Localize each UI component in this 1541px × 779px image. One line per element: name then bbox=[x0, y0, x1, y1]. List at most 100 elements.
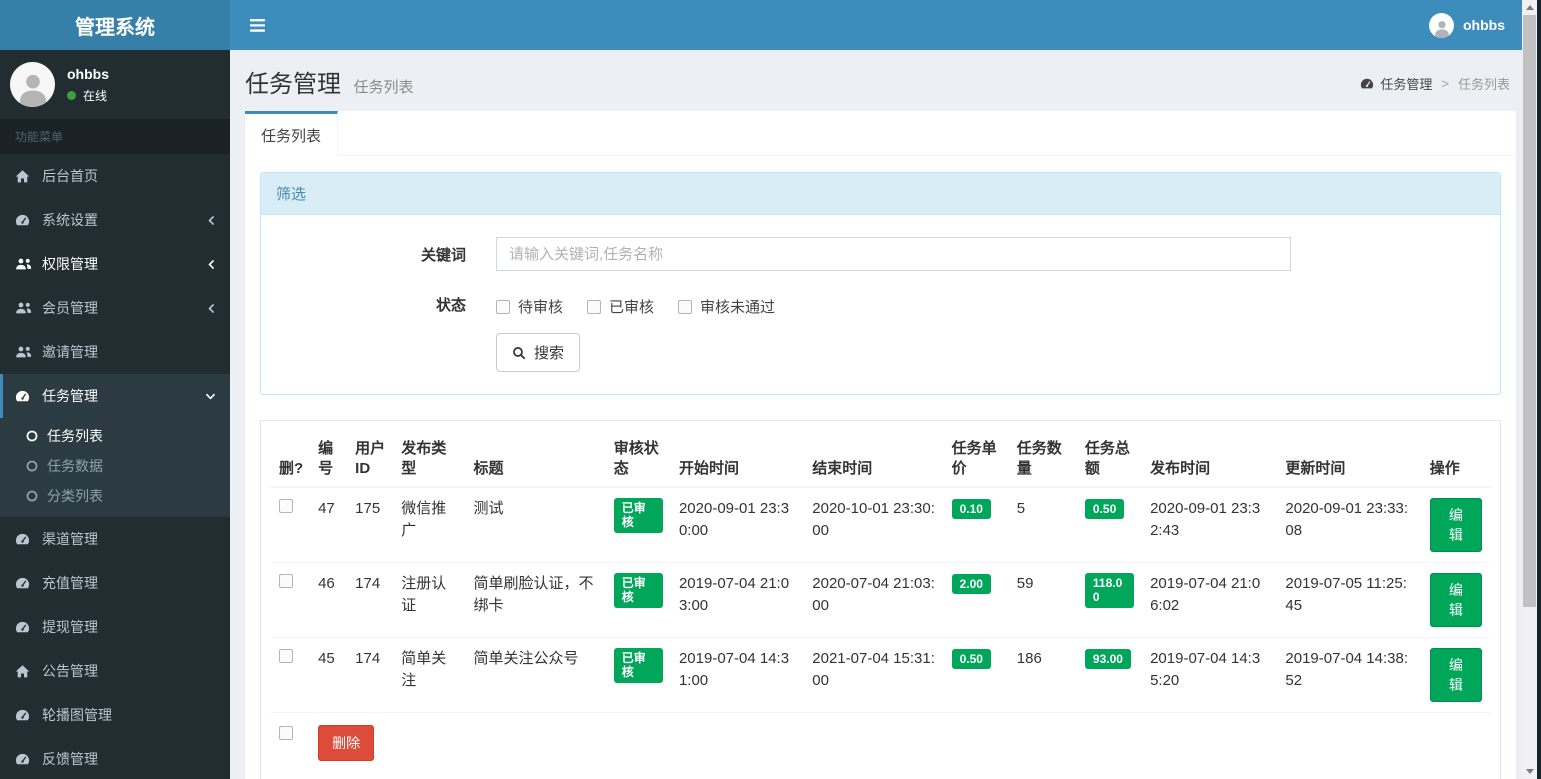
sidebar-item-label: 权限管理 bbox=[42, 256, 98, 272]
breadcrumb-root[interactable]: 任务管理 bbox=[1360, 74, 1432, 93]
cell-end: 2020-07-04 21:03:00 bbox=[804, 562, 944, 638]
content-wrapper: 任务管理 任务列表 任务管理 > 任务列表 任务列表 筛选 关键词 请输入关键词… bbox=[230, 50, 1541, 779]
submenu-item-label: 分类列表 bbox=[47, 488, 103, 504]
sidebar-item-feedback[interactable]: 反馈管理 bbox=[0, 737, 230, 779]
cell-start: 2020-09-01 23:30:00 bbox=[670, 487, 805, 563]
page-title: 任务管理 bbox=[245, 71, 341, 98]
sidebar-item-system-settings[interactable]: 系统设置 bbox=[0, 198, 230, 242]
circle-icon bbox=[26, 490, 38, 502]
tab-task-list[interactable]: 任务列表 bbox=[245, 111, 339, 156]
sidebar-toggle-button[interactable] bbox=[230, 0, 285, 50]
total-badge: 0.50 bbox=[1084, 499, 1125, 520]
chevron-left-icon bbox=[207, 215, 216, 226]
sidebar-menu-header: 功能菜单 bbox=[0, 119, 230, 154]
filter-panel-body: 关键词 状态 待审核 bbox=[261, 215, 1500, 394]
online-status-label: 在线 bbox=[83, 88, 108, 103]
content-header: 任务管理 任务列表 任务管理 > 任务列表 bbox=[230, 50, 1541, 107]
sidebar-item-carousel[interactable]: 轮播图管理 bbox=[0, 693, 230, 737]
sidebar-user-status[interactable]: 在线 bbox=[67, 87, 109, 104]
edit-button[interactable]: 编辑 bbox=[1429, 498, 1482, 552]
sidebar-item-members[interactable]: 会员管理 bbox=[0, 286, 230, 330]
cell-publish: 2020-09-01 23:32:43 bbox=[1142, 487, 1278, 563]
col-price: 任务单价 bbox=[943, 431, 1009, 488]
keyword-input[interactable] bbox=[496, 237, 1291, 271]
table-header-row: 删? 编号 用户ID 发布类型 标题 审核状态 开始时间 结束时间 任务单价 任… bbox=[271, 431, 1490, 488]
tachometer-icon bbox=[15, 576, 42, 591]
edit-button[interactable]: 编辑 bbox=[1429, 648, 1482, 702]
status-option-rejected[interactable]: 审核未通过 bbox=[678, 296, 775, 317]
scrollbar-up-arrow[interactable] bbox=[1522, 0, 1537, 15]
row-checkbox[interactable] bbox=[279, 574, 293, 588]
sidebar-item-withdrawals[interactable]: 提现管理 bbox=[0, 605, 230, 649]
page-subtitle: 任务列表 bbox=[353, 79, 414, 96]
chevron-down-icon bbox=[205, 392, 216, 401]
brand-title: 管理系统 bbox=[75, 16, 155, 39]
sidebar-item-tasks[interactable]: 任务管理 bbox=[0, 374, 230, 418]
cell-count: 59 bbox=[1008, 562, 1077, 638]
table-row: 47 175 微信推广 测试 已审核 2020-09-01 23:30:00 2… bbox=[271, 487, 1490, 563]
sidebar-item-label: 后台首页 bbox=[42, 168, 98, 184]
col-total: 任务总额 bbox=[1076, 431, 1143, 488]
delete-button[interactable]: 删除 bbox=[318, 725, 375, 761]
total-badge: 118.00 bbox=[1084, 573, 1135, 608]
edit-button[interactable]: 编辑 bbox=[1429, 573, 1482, 627]
keyword-form-row: 关键词 bbox=[276, 237, 1485, 271]
sidebar: 管理系统 ohbbs 在线 功能菜单 后台首页 系统设置 权限管理 会员管理 邀… bbox=[0, 0, 230, 779]
tachometer-icon bbox=[15, 708, 42, 723]
tachometer-icon bbox=[1361, 78, 1374, 88]
sidebar-item-label: 任务管理 bbox=[42, 388, 98, 404]
search-button[interactable]: 搜索 bbox=[496, 333, 581, 372]
breadcrumb-separator: > bbox=[1441, 76, 1449, 91]
sidebar-subitem-category-list[interactable]: 分类列表 bbox=[0, 481, 230, 511]
select-all-checkbox[interactable] bbox=[279, 726, 293, 740]
filter-panel-title: 筛选 bbox=[261, 173, 1500, 215]
cell-publish: 2019-07-04 21:06:02 bbox=[1142, 562, 1278, 638]
home-icon bbox=[15, 169, 42, 184]
status-option-approved[interactable]: 已审核 bbox=[587, 296, 654, 317]
cell-update: 2019-07-05 11:25:45 bbox=[1277, 562, 1422, 638]
cell-user-id: 174 bbox=[347, 637, 394, 713]
row-checkbox[interactable] bbox=[279, 499, 293, 513]
bars-icon bbox=[250, 18, 265, 32]
tachometer-icon bbox=[15, 620, 42, 635]
cell-type: 注册认证 bbox=[393, 562, 466, 638]
sidebar-item-label: 提现管理 bbox=[42, 619, 98, 635]
brand-logo[interactable]: 管理系统 bbox=[0, 0, 230, 50]
status-checkbox-approved[interactable] bbox=[587, 299, 602, 314]
sidebar-item-home[interactable]: 后台首页 bbox=[0, 154, 230, 198]
col-publish: 发布时间 bbox=[1142, 431, 1278, 488]
online-status-dot bbox=[67, 90, 76, 100]
sidebar-subitem-task-list[interactable]: 任务列表 bbox=[0, 421, 230, 451]
tab-bar: 任务列表 bbox=[245, 111, 1516, 156]
cell-id: 46 bbox=[310, 562, 348, 638]
status-checkbox-rejected[interactable] bbox=[678, 299, 693, 314]
circle-icon bbox=[26, 460, 38, 472]
navbar-user-avatar bbox=[1429, 12, 1454, 38]
scrollbar-down-arrow[interactable] bbox=[1522, 764, 1537, 779]
cell-start: 2019-07-04 21:03:00 bbox=[670, 562, 805, 638]
breadcrumb-current: 任务列表 bbox=[1457, 77, 1510, 92]
table-row: 46 174 注册认证 简单刷脸认证，不绑卡 已审核 2019-07-04 21… bbox=[271, 562, 1490, 638]
sidebar-item-channels[interactable]: 渠道管理 bbox=[0, 517, 230, 561]
tachometer-icon bbox=[15, 389, 42, 404]
sidebar-item-announcements[interactable]: 公告管理 bbox=[0, 649, 230, 693]
submenu-item-label: 任务列表 bbox=[47, 428, 103, 444]
price-badge: 0.10 bbox=[951, 499, 991, 520]
col-start: 开始时间 bbox=[670, 431, 805, 488]
browser-scrollbar[interactable] bbox=[1522, 0, 1537, 779]
cell-id: 45 bbox=[310, 637, 348, 713]
cell-start: 2019-07-04 14:31:00 bbox=[670, 637, 805, 713]
row-checkbox[interactable] bbox=[279, 649, 293, 663]
sidebar-item-permissions[interactable]: 权限管理 bbox=[0, 242, 230, 286]
status-option-pending[interactable]: 待审核 bbox=[496, 296, 563, 317]
sidebar-item-invites[interactable]: 邀请管理 bbox=[0, 330, 230, 374]
cell-user-id: 174 bbox=[347, 562, 394, 638]
sidebar-item-label: 轮播图管理 bbox=[42, 707, 112, 723]
sidebar-menu: 后台首页 系统设置 权限管理 会员管理 邀请管理 任务管理 任务列表 任务数据 … bbox=[0, 154, 230, 779]
sidebar-item-recharge[interactable]: 充值管理 bbox=[0, 561, 230, 605]
sidebar-subitem-task-data[interactable]: 任务数据 bbox=[0, 451, 230, 481]
tab-content: 筛选 关键词 状态 待审核 bbox=[245, 156, 1516, 779]
top-navbar: ohbbs bbox=[230, 0, 1541, 50]
scrollbar-thumb[interactable] bbox=[1523, 15, 1536, 607]
status-checkbox-pending[interactable] bbox=[496, 299, 510, 314]
